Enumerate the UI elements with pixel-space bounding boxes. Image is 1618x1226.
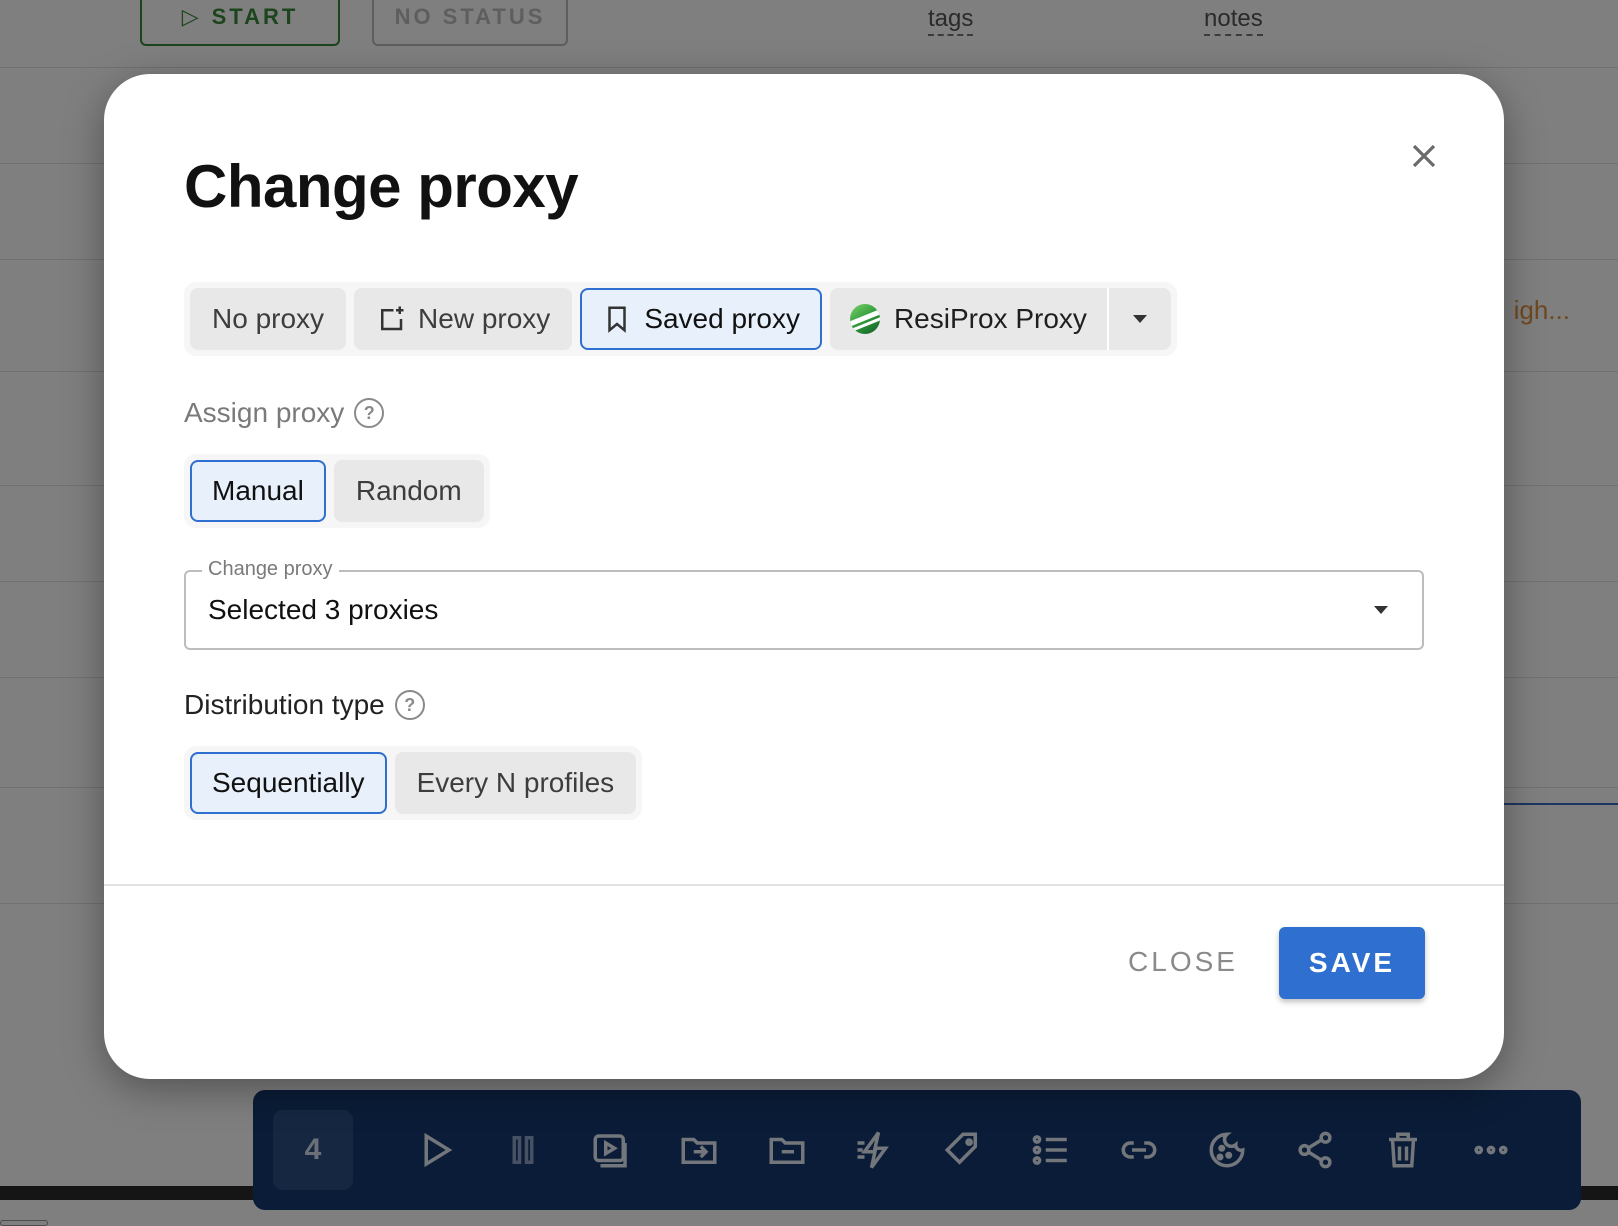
assign-proxy-label: Assign proxy ?: [184, 397, 385, 429]
dialog-divider: [104, 884, 1504, 886]
assign-proxy-toggle: Manual Random: [184, 454, 490, 528]
resiprox-logo-icon: [849, 304, 880, 334]
sequentially-label: Sequentially: [212, 767, 365, 798]
no-proxy-button[interactable]: No proxy: [190, 288, 347, 350]
new-proxy-label: New proxy: [418, 303, 551, 334]
manual-label: Manual: [212, 475, 304, 506]
change-proxy-value: Selected 3 proxies: [208, 594, 439, 625]
proxy-provider-button[interactable]: ResiProx Proxy: [830, 288, 1107, 350]
help-icon[interactable]: ?: [354, 398, 385, 428]
saved-proxy-button[interactable]: Saved proxy: [580, 288, 822, 350]
caret-down-icon: [1374, 606, 1388, 614]
distribution-type-toggle: Sequentially Every N profiles: [184, 746, 643, 820]
random-label: Random: [355, 475, 462, 506]
no-proxy-label: No proxy: [212, 303, 325, 334]
add-window-icon: [381, 306, 404, 331]
bookmark-icon: [608, 306, 627, 333]
provider-label: ResiProx Proxy: [893, 303, 1087, 334]
manual-button[interactable]: Manual: [190, 460, 326, 522]
sequentially-button[interactable]: Sequentially: [190, 752, 387, 814]
change-proxy-select[interactable]: Change proxy Selected 3 proxies: [184, 558, 1424, 650]
dialog-title: Change proxy: [184, 153, 579, 220]
caret-down-icon: [1132, 315, 1147, 323]
distribution-type-text: Distribution type: [184, 689, 385, 720]
help-icon[interactable]: ?: [394, 690, 425, 720]
change-proxy-legend: Change proxy: [202, 558, 339, 581]
every-n-profiles-button[interactable]: Every N profiles: [394, 752, 637, 814]
random-button[interactable]: Random: [333, 460, 484, 522]
distribution-type-label: Distribution type ?: [184, 689, 425, 721]
proxy-provider-select: ResiProx Proxy: [829, 288, 1171, 350]
proxy-mode-toggle: No proxy New proxy Saved proxy ResiProx …: [184, 282, 1177, 356]
assign-proxy-text: Assign proxy: [184, 397, 345, 428]
provider-dropdown-button[interactable]: [1106, 288, 1171, 350]
saved-proxy-label: Saved proxy: [644, 303, 800, 334]
new-proxy-button[interactable]: New proxy: [354, 288, 573, 350]
every-n-profiles-label: Every N profiles: [416, 767, 615, 798]
close-button[interactable]: CLOSE: [1112, 926, 1254, 998]
save-button[interactable]: SAVE: [1279, 927, 1425, 999]
close-icon[interactable]: [1400, 132, 1448, 180]
